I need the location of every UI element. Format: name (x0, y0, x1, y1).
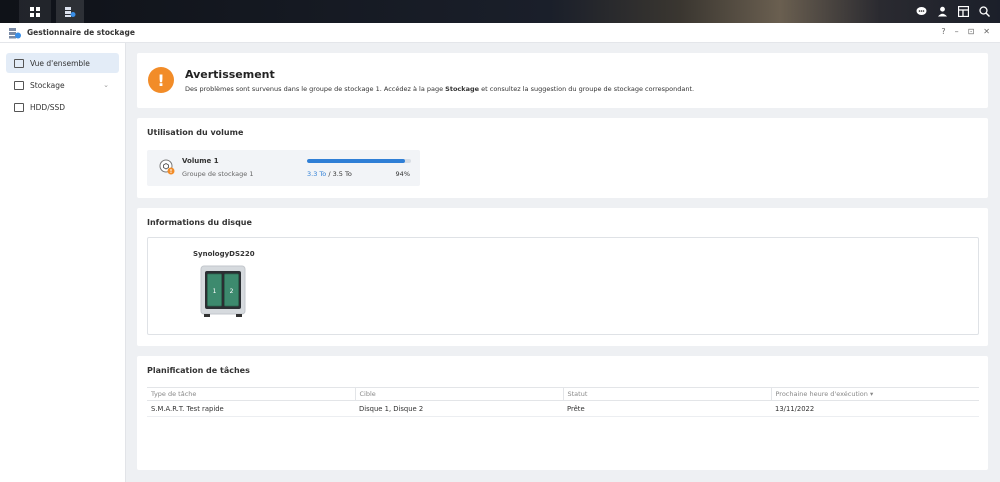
drive-icon (14, 102, 24, 112)
disk-panel: SynologyDS220 1 2 (147, 237, 979, 335)
storage-link[interactable]: Stockage (445, 85, 479, 93)
widgets-icon[interactable] (957, 6, 969, 18)
warning-icon: ! (148, 67, 174, 93)
volume-percent: 94% (395, 170, 410, 178)
column-header-next-run[interactable]: Prochaine heure d'exécution ▾ (770, 387, 979, 401)
target-cell: Disque 1, Disque 2 (355, 400, 563, 417)
volume-item[interactable]: Volume 1 Groupe de stockage 1 3.3 To / 3… (147, 150, 420, 186)
bay-2-label: 2 (230, 288, 234, 295)
chevron-down-icon: ⌄ (103, 81, 109, 89)
next-run-cell: 13/11/2022 (771, 400, 979, 417)
sidebar-item-label: HDD/SSD (30, 102, 66, 112)
search-icon[interactable] (978, 6, 990, 18)
storage-manager-icon (65, 6, 76, 17)
storage-icon (14, 80, 24, 90)
table-row[interactable]: S.M.A.R.T. Test rapide Disque 1, Disque … (147, 400, 979, 417)
restore-button[interactable]: ⊡ (968, 27, 975, 36)
disk-info-card: Informations du disque SynologyDS220 1 2 (137, 208, 988, 346)
volume-progress-bar (307, 159, 411, 163)
status-cell: Prête (563, 400, 771, 417)
nas-name: SynologyDS220 (193, 250, 255, 258)
sidebar-item-storage[interactable]: Stockage ⌄ (6, 75, 119, 95)
sidebar-item-label: Stockage (30, 80, 65, 90)
sidebar: Vue d'ensemble Stockage ⌄ HDD/SSD (0, 43, 126, 482)
user-icon[interactable] (936, 6, 948, 18)
volume-name: Volume 1 (182, 157, 219, 165)
sidebar-item-overview[interactable]: Vue d'ensemble (6, 53, 119, 73)
table-header-row: Type de tâche Cible Statut Prochaine heu… (147, 387, 979, 401)
section-title: Informations du disque (147, 218, 252, 227)
volume-usage-card: Utilisation du volume Volume 1 Groupe de… (137, 118, 988, 198)
bay-1-label: 1 (213, 288, 217, 295)
storage-manager-taskbar-button[interactable] (56, 0, 84, 23)
nas-device-icon[interactable]: 1 2 (200, 265, 246, 319)
warning-card: ! Avertissement Des problèmes sont surve… (137, 53, 988, 108)
volume-progress-fill (307, 159, 405, 163)
window-title: Gestionnaire de stockage (27, 28, 135, 37)
taskbar (0, 0, 1000, 23)
window-titlebar: Gestionnaire de stockage ? – ⊡ ✕ (0, 23, 1000, 43)
chat-icon[interactable] (915, 6, 927, 18)
volume-capacity: 3.3 To / 3.5 To (307, 170, 352, 178)
storage-manager-app-icon (9, 28, 21, 39)
column-header-task-type[interactable]: Type de tâche (147, 387, 355, 401)
volume-warning-icon (159, 159, 175, 175)
section-title: Utilisation du volume (147, 128, 244, 137)
section-title: Planification de tâches (147, 366, 250, 375)
task-schedule-card: Planification de tâches Type de tâche Ci… (137, 356, 988, 470)
help-button[interactable]: ? (941, 27, 945, 36)
warning-message: Des problèmes sont survenus dans le grou… (185, 85, 695, 93)
minimize-button[interactable]: – (955, 27, 959, 36)
column-header-target[interactable]: Cible (354, 387, 563, 401)
task-type-cell: S.M.A.R.T. Test rapide (147, 400, 355, 417)
overview-icon (14, 58, 24, 68)
volume-pool: Groupe de stockage 1 (182, 170, 254, 178)
sidebar-item-hdd-ssd[interactable]: HDD/SSD (6, 97, 119, 117)
grid-icon (30, 6, 40, 17)
warning-title: Avertissement (185, 68, 275, 81)
close-button[interactable]: ✕ (983, 27, 990, 36)
sidebar-item-label: Vue d'ensemble (30, 58, 90, 68)
task-table: Type de tâche Cible Statut Prochaine heu… (147, 387, 979, 417)
column-header-status[interactable]: Statut (562, 387, 771, 401)
main-menu-button[interactable] (19, 0, 51, 23)
